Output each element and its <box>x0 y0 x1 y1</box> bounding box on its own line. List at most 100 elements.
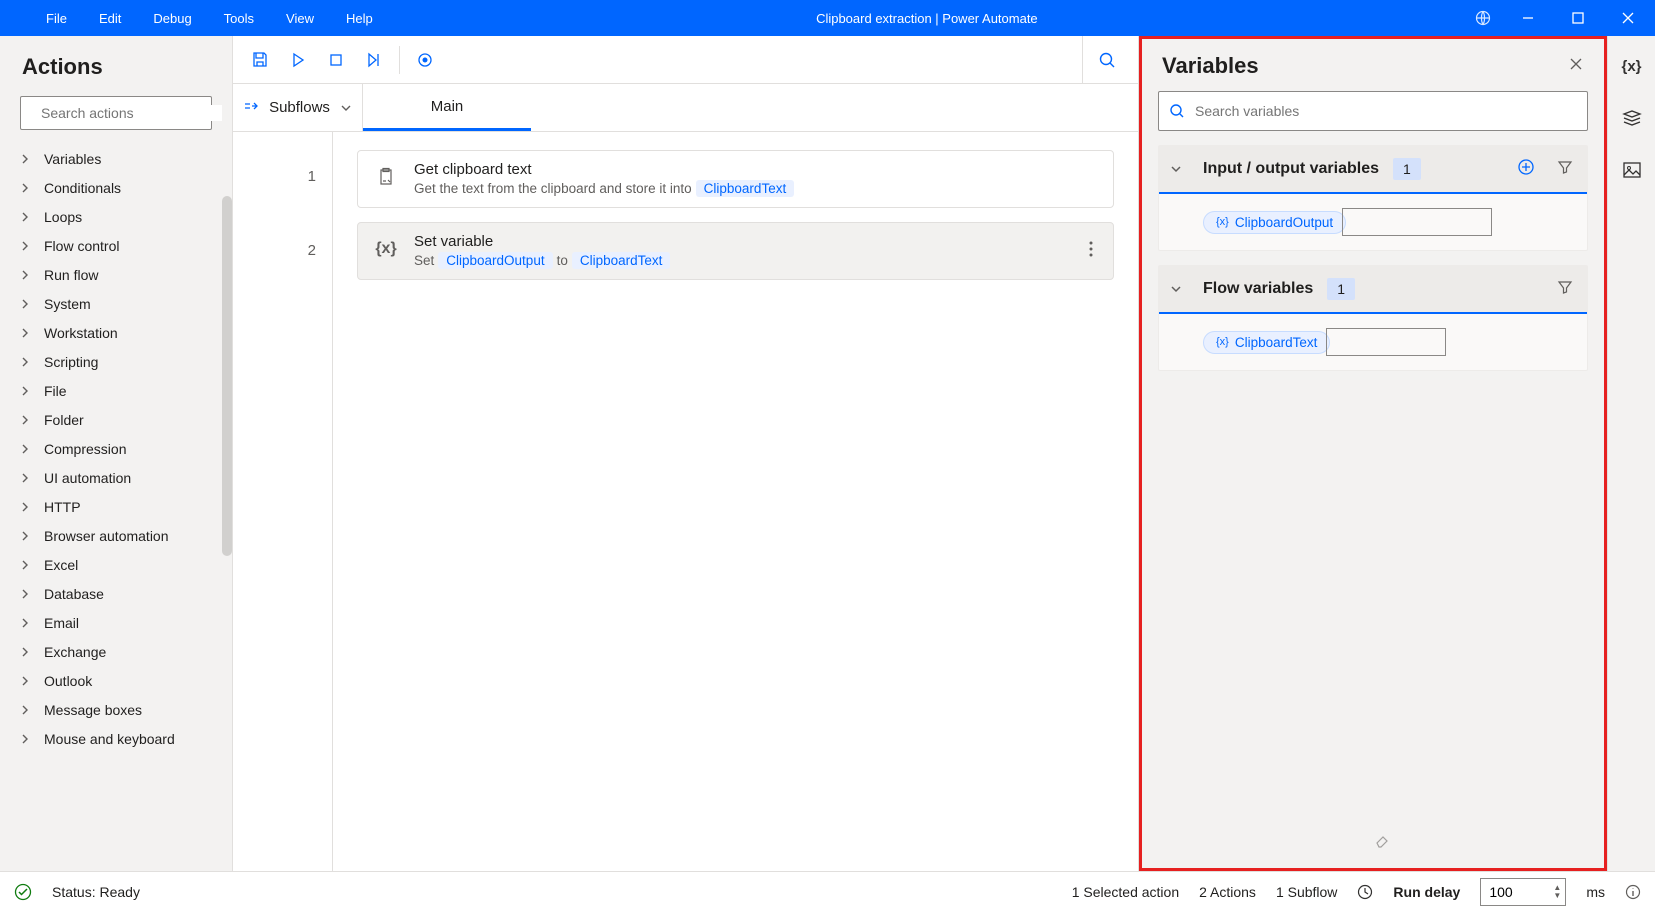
category-loops[interactable]: Loops <box>0 202 232 231</box>
category-folder[interactable]: Folder <box>0 405 232 434</box>
category-label: Scripting <box>44 354 98 370</box>
flow-variables-section: Flow variables 1 {x} ClipboardText <box>1158 265 1588 371</box>
environment-badge[interactable] <box>1465 10 1501 26</box>
subflows-dropdown[interactable]: Subflows <box>233 84 363 131</box>
category-file[interactable]: File <box>0 376 232 405</box>
save-button[interactable] <box>241 41 279 79</box>
chevron-down-icon <box>340 102 352 114</box>
chevron-right-icon <box>20 705 30 715</box>
category-label: HTTP <box>44 499 81 515</box>
maximize-button[interactable] <box>1555 0 1601 36</box>
category-database[interactable]: Database <box>0 579 232 608</box>
category-label: Folder <box>44 412 84 428</box>
action-card[interactable]: Get clipboard textGet the text from the … <box>357 150 1114 208</box>
minimize-button[interactable] <box>1505 0 1551 36</box>
category-system[interactable]: System <box>0 289 232 318</box>
run-button[interactable] <box>279 41 317 79</box>
category-label: Loops <box>44 209 82 225</box>
category-outlook[interactable]: Outlook <box>0 666 232 695</box>
flow-section-header[interactable]: Flow variables 1 <box>1159 266 1587 314</box>
search-variables-input[interactable] <box>1195 103 1577 119</box>
run-delay-input[interactable]: ▲▼ <box>1480 878 1566 906</box>
io-variables-section: Input / output variables 1 {x} Clipboard… <box>1158 145 1588 251</box>
category-excel[interactable]: Excel <box>0 550 232 579</box>
category-label: File <box>44 383 67 399</box>
eraser-icon[interactable] <box>1373 831 1391 854</box>
tab-row: Subflows Main <box>233 84 1138 132</box>
category-scripting[interactable]: Scripting <box>0 347 232 376</box>
chevron-right-icon <box>20 676 30 686</box>
menu-file[interactable]: File <box>30 0 83 36</box>
sidebar-scrollbar[interactable] <box>222 196 232 556</box>
chevron-right-icon <box>20 415 30 425</box>
search-flow-button[interactable] <box>1082 36 1130 84</box>
category-list: VariablesConditionals Loops Flow controlRu… <box>0 140 232 871</box>
menu-view[interactable]: View <box>270 0 330 36</box>
chevron-right-icon <box>20 589 30 599</box>
category-message-boxes[interactable]: Message boxes <box>0 695 232 724</box>
flow-variable-row[interactable]: {x} ClipboardText <box>1203 328 1543 356</box>
menu-tools[interactable]: Tools <box>208 0 270 36</box>
chevron-right-icon <box>20 212 30 222</box>
category-label: Excel <box>44 557 78 573</box>
more-button[interactable] <box>1083 235 1099 268</box>
action-card[interactable]: {x}Set variableSet ClipboardOutput to Cl… <box>357 222 1114 280</box>
menu-debug[interactable]: Debug <box>137 0 207 36</box>
variable-value-box[interactable] <box>1326 328 1446 356</box>
run-delay-field[interactable] <box>1489 884 1539 900</box>
step-button[interactable] <box>355 41 393 79</box>
chevron-down-icon <box>1169 282 1183 296</box>
toolbar-divider <box>399 46 400 74</box>
variable-value-box[interactable] <box>1342 208 1492 236</box>
subflows-label: Subflows <box>269 99 330 116</box>
tab-main[interactable]: Main <box>363 84 531 131</box>
filter-button[interactable] <box>1553 155 1577 184</box>
category-label: Exchange <box>44 644 106 660</box>
ready-icon <box>14 883 32 901</box>
io-variable-row[interactable]: {x} ClipboardOutput <box>1203 208 1543 236</box>
close-button[interactable] <box>1605 0 1651 36</box>
variables-rail-button[interactable]: {x} <box>1616 50 1648 82</box>
category-exchange[interactable]: Exchange <box>0 637 232 666</box>
variables-panel: Variables Input / output variables 1 <box>1139 36 1607 871</box>
category-mouse-and-keyboard[interactable]: Mouse and keyboard <box>0 724 232 753</box>
chevron-right-icon <box>20 734 30 744</box>
filter-button[interactable] <box>1553 275 1577 304</box>
category-ui-automation[interactable]: UI automation <box>0 463 232 492</box>
variable-icon: {x} <box>1216 336 1229 348</box>
globe-icon <box>1475 10 1491 26</box>
menu-edit[interactable]: Edit <box>83 0 137 36</box>
images-rail-button[interactable] <box>1616 154 1648 186</box>
layers-rail-button[interactable] <box>1616 102 1648 134</box>
category-label: Compression <box>44 441 126 457</box>
variable-pill[interactable]: {x} ClipboardOutput <box>1203 211 1346 234</box>
search-actions-input[interactable] <box>41 105 222 121</box>
category-email[interactable]: Email <box>0 608 232 637</box>
add-variable-button[interactable] <box>1513 154 1539 185</box>
search-variables-box[interactable] <box>1158 91 1588 131</box>
info-icon[interactable] <box>1625 884 1641 900</box>
category-browser-automation[interactable]: Browser automation <box>0 521 232 550</box>
category-conditionals[interactable]: Conditionals <box>0 173 232 202</box>
variable-icon: {x} <box>1216 216 1229 228</box>
category-run-flow[interactable]: Run flow <box>0 260 232 289</box>
action-description: Set ClipboardOutput to ClipboardText <box>414 252 1069 269</box>
delay-spinner[interactable]: ▲▼ <box>1553 884 1561 900</box>
variable-pill[interactable]: {x} ClipboardText <box>1203 331 1330 354</box>
category-workstation[interactable]: Workstation <box>0 318 232 347</box>
category-variables[interactable]: Variables <box>0 144 232 173</box>
category-label: System <box>44 296 91 312</box>
status-text: Status: Ready <box>52 884 140 900</box>
menu-help[interactable]: Help <box>330 0 389 36</box>
variable-icon: {x} <box>372 235 400 263</box>
search-actions-box[interactable] <box>20 96 212 130</box>
category-compression[interactable]: Compression <box>0 434 232 463</box>
stop-button[interactable] <box>317 41 355 79</box>
subflow-count: 1 Subflow <box>1276 884 1337 900</box>
category-http[interactable]: HTTP <box>0 492 232 521</box>
toolbar <box>233 36 1138 84</box>
close-panel-button[interactable] <box>1568 56 1584 77</box>
record-button[interactable] <box>406 41 444 79</box>
category-flow-control[interactable]: Flow control <box>0 231 232 260</box>
io-section-header[interactable]: Input / output variables 1 <box>1159 146 1587 194</box>
